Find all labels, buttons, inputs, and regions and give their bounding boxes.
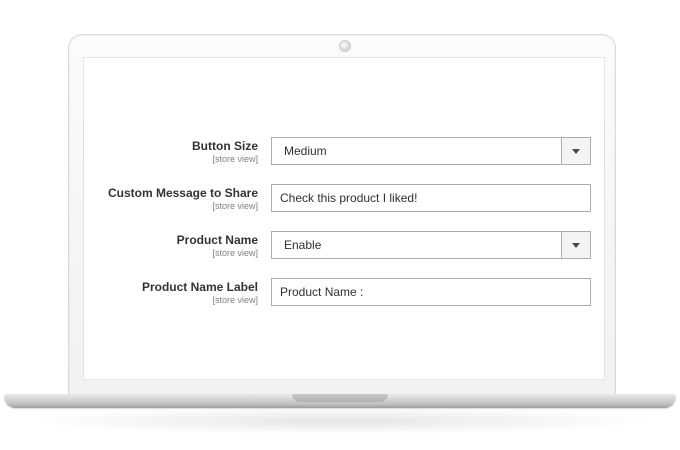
chevron-down-icon[interactable] <box>561 232 590 258</box>
product-name-row: Product Name [store view] Enable <box>100 231 592 263</box>
custom-message-row: Custom Message to Share [store view] <box>100 184 592 216</box>
button-size-label: Button Size <box>192 139 258 153</box>
product-name-label: Product Name <box>176 233 258 247</box>
button-size-label-group: Button Size [store view] <box>100 139 258 165</box>
custom-message-label-group: Custom Message to Share [store view] <box>100 186 258 212</box>
product-name-select[interactable]: Enable <box>271 231 591 259</box>
chevron-down-icon[interactable] <box>561 138 590 164</box>
product-name-label-label: Product Name Label <box>141 280 258 294</box>
product-name-label-label-group: Product Name Label [store view] <box>100 280 258 306</box>
product-name-label-row: Product Name Label [store view] <box>100 278 592 310</box>
product-name-value: Enable <box>284 238 322 252</box>
product-name-label-group: Product Name [store view] <box>100 233 258 259</box>
product-name-label-scope: [store view] <box>212 295 258 305</box>
product-name-scope: [store view] <box>212 248 258 258</box>
laptop-screen <box>83 57 605 380</box>
button-size-row: Button Size [store view] Medium <box>100 137 592 169</box>
button-size-value: Medium <box>284 144 327 158</box>
laptop-shadow <box>30 408 650 434</box>
product-name-label-input[interactable] <box>271 278 591 306</box>
laptop-notch <box>292 394 388 402</box>
custom-message-label: Custom Message to Share <box>107 186 258 200</box>
custom-message-input[interactable] <box>271 184 591 212</box>
camera-icon <box>339 40 351 52</box>
button-size-select[interactable]: Medium <box>271 137 591 165</box>
custom-message-scope: [store view] <box>212 201 258 211</box>
laptop-frame: Button Size [store view] Medium Custom M… <box>0 0 680 450</box>
button-size-scope: [store view] <box>212 154 258 164</box>
